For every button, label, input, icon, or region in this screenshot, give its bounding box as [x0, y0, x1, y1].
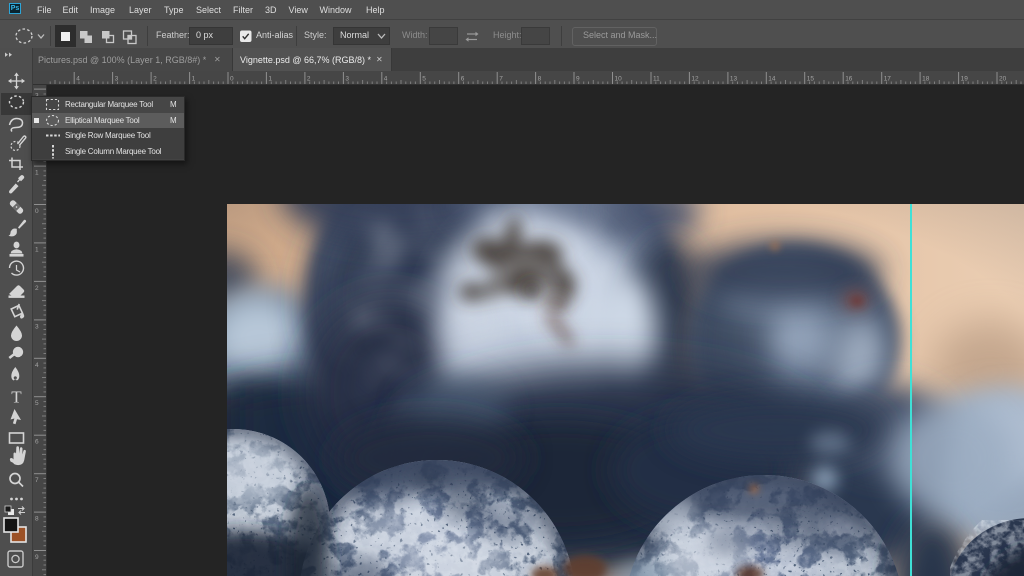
svg-text:4: 4 [35, 362, 39, 369]
svg-text:3: 3 [345, 76, 349, 83]
svg-text:0: 0 [230, 76, 234, 83]
svg-text:5: 5 [422, 76, 426, 83]
svg-text:2: 2 [307, 76, 311, 83]
svg-text:8: 8 [538, 76, 542, 83]
svg-text:14: 14 [768, 76, 776, 83]
svg-text:15: 15 [807, 76, 815, 83]
svg-text:17: 17 [884, 76, 892, 83]
svg-text:1: 1 [192, 76, 196, 83]
svg-text:6: 6 [35, 439, 39, 446]
svg-text:7: 7 [35, 477, 39, 484]
svg-text:11: 11 [653, 76, 660, 83]
svg-text:2: 2 [35, 285, 39, 292]
svg-text:18: 18 [922, 76, 930, 83]
svg-text:13: 13 [730, 76, 738, 83]
svg-text:4: 4 [76, 76, 80, 83]
svg-text:9: 9 [576, 76, 580, 83]
svg-text:12: 12 [691, 76, 699, 83]
svg-text:1: 1 [35, 246, 39, 253]
svg-text:1: 1 [35, 170, 39, 177]
svg-text:20: 20 [999, 76, 1007, 83]
svg-text:3: 3 [115, 76, 119, 83]
svg-text:4: 4 [384, 76, 388, 83]
svg-text:2: 2 [153, 76, 157, 83]
svg-text:7: 7 [499, 76, 503, 83]
svg-text:10: 10 [615, 76, 623, 83]
svg-text:9: 9 [35, 554, 39, 561]
svg-text:T: T [11, 388, 22, 407]
svg-text:6: 6 [461, 76, 465, 83]
svg-text:3: 3 [35, 323, 39, 330]
svg-text:5: 5 [35, 400, 39, 407]
svg-text:8: 8 [35, 516, 39, 523]
svg-text:1: 1 [268, 76, 272, 83]
svg-text:16: 16 [845, 76, 853, 83]
svg-text:0: 0 [35, 208, 39, 215]
svg-text:19: 19 [961, 76, 969, 83]
